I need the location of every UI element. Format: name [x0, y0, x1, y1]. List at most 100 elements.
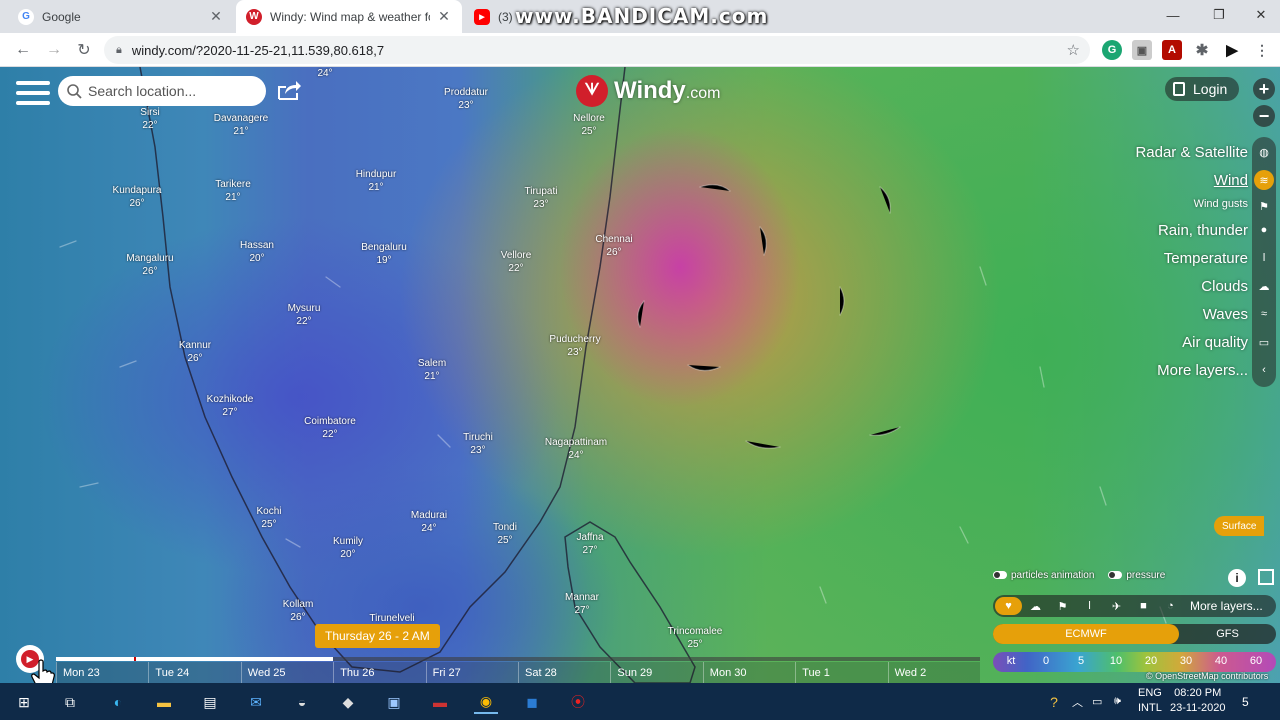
city-label[interactable]: Salem 21° — [418, 357, 446, 383]
media-icon[interactable]: ▶ — [1222, 40, 1242, 60]
bookmark-star-icon[interactable]: ☆ — [1067, 41, 1080, 59]
address-bar[interactable]: 🔒︎ windy.com/?2020-11-25-21,11.539,80.61… — [104, 36, 1090, 64]
document-icon[interactable]: ▣ — [382, 690, 406, 714]
grammarly-icon[interactable]: G — [1102, 40, 1122, 60]
tray-up-icon[interactable]: ︿ — [1072, 683, 1083, 720]
timeline-day[interactable]: Wed 25 — [240, 662, 334, 683]
city-label[interactable]: 24° — [317, 67, 332, 80]
camera-icon[interactable]: ■ — [1130, 597, 1157, 615]
windows-start-icon[interactable]: ⊞ — [12, 690, 36, 714]
city-label[interactable]: Nagapattinam 24° — [545, 436, 607, 462]
city-label[interactable]: Kundapura 26° — [113, 184, 162, 210]
layer-rain-thunder[interactable]: Rain, thunder — [1158, 222, 1248, 239]
city-label[interactable]: Tirupati 23° — [525, 185, 558, 211]
outlook-icon[interactable]: ◼ — [520, 690, 544, 714]
file-explorer-icon[interactable]: ▬ — [152, 690, 176, 714]
city-label[interactable]: Coimbatore 22° — [304, 415, 356, 441]
wind-icon[interactable]: ≋ — [1254, 170, 1274, 190]
signal-icon[interactable]: ◔ — [1157, 597, 1184, 615]
timeline-day[interactable]: Mon 23 — [56, 662, 149, 683]
city-label[interactable]: Hindupur 21° — [356, 168, 397, 194]
media-app-icon[interactable]: ▬ — [428, 690, 452, 714]
waves-icon[interactable]: ≈ — [1254, 304, 1274, 324]
timeline-day[interactable]: Thu 26 — [333, 662, 426, 683]
city-label[interactable]: Vellore 22° — [501, 249, 532, 275]
surface-level-button[interactable]: Surface — [1214, 516, 1265, 536]
windy-map[interactable]: ᗐ Windy.com 24° Sirsi 22° Davanagere 21° Prod… — [0, 67, 1280, 683]
maximize-icon[interactable]: ❐ — [1196, 0, 1242, 30]
close-tab-icon[interactable]: ✕ — [436, 8, 452, 25]
particles-toggle[interactable]: particles animation — [993, 570, 1094, 581]
flag-icon[interactable]: ⚑ — [1049, 597, 1076, 615]
search-box[interactable] — [58, 76, 266, 106]
city-label[interactable]: Davanagere 21° — [214, 112, 268, 138]
search-input[interactable] — [88, 83, 258, 99]
system-clock[interactable]: 08:20 PM 23-11-2020 — [1170, 686, 1225, 716]
city-label[interactable]: Mysuru 22° — [288, 302, 321, 328]
minimize-icon[interactable]: — — [1150, 0, 1196, 30]
app-icon[interactable]: ◆ — [336, 690, 360, 714]
layer-wind[interactable]: Wind — [1214, 172, 1248, 189]
city-label[interactable]: Chennai 26° — [595, 233, 632, 259]
menu-dots-icon[interactable]: ⋮ — [1252, 40, 1272, 60]
cloud-icon[interactable]: ☁ — [1254, 276, 1274, 296]
globe-icon[interactable]: ◍ — [1254, 142, 1274, 162]
mail-icon[interactable]: ✉ — [244, 690, 268, 714]
city-label[interactable]: Jaffna 27° — [576, 531, 603, 557]
notifications-icon[interactable]: 5 — [1242, 683, 1249, 720]
timeline-day[interactable]: Fri 27 — [425, 662, 518, 683]
task-view-icon[interactable]: ⧉ — [58, 690, 82, 714]
timeline-day[interactable]: Mon 30 — [702, 662, 796, 683]
city-label[interactable]: Kannur 26° — [179, 339, 211, 365]
city-label[interactable]: Madurai 24° — [411, 509, 447, 535]
timeline-day[interactable]: Wed 2 — [887, 662, 980, 683]
forward-icon[interactable]: → — [42, 38, 66, 62]
share-icon[interactable] — [276, 79, 302, 101]
city-label[interactable]: Tarikere 21° — [215, 178, 251, 204]
city-label[interactable]: Puducherry 23° — [549, 333, 600, 359]
layer-air-quality[interactable]: Air quality — [1182, 334, 1248, 351]
heart-icon[interactable]: ♥ — [995, 597, 1022, 615]
city-label[interactable]: Kochi 25° — [256, 505, 281, 531]
layer-wind-gusts[interactable]: Wind gusts — [1194, 198, 1248, 210]
timeline-day[interactable]: Sun 29 — [610, 662, 703, 683]
drop-icon[interactable]: ● — [1254, 220, 1274, 240]
city-label[interactable]: Mannar 27° — [565, 591, 599, 617]
chevron-left-icon[interactable]: ‹ — [1254, 360, 1274, 380]
timeline[interactable]: Mon 23 Tue 24 Wed 25 Thu 26 Fri 27 Sat 28 Sun … — [0, 657, 990, 683]
plane-icon[interactable]: ✈ — [1103, 597, 1130, 615]
city-label[interactable]: Kozhikode 27° — [207, 393, 254, 419]
weather-icon[interactable]: ☁ — [1022, 597, 1049, 615]
windy-logo[interactable]: ᗐ Windy.com — [576, 75, 720, 107]
help-icon[interactable]: ? — [1042, 690, 1066, 714]
city-label[interactable]: Tiruchi 23° — [463, 431, 493, 457]
city-label[interactable]: Tondi 25° — [493, 521, 517, 547]
extension-icon[interactable]: ▣ — [1132, 40, 1152, 60]
city-label[interactable]: Mangaluru 26° — [126, 252, 173, 278]
back-icon[interactable]: ← — [11, 38, 35, 62]
city-label[interactable]: Sirsi 22° — [140, 106, 159, 132]
reload-icon[interactable]: ↻ — [72, 38, 96, 62]
thermometer-icon[interactable]: ǀ — [1076, 597, 1103, 615]
pressure-toggle[interactable]: pressure — [1108, 570, 1165, 581]
zoom-out-button[interactable]: − — [1253, 105, 1275, 127]
menu-icon[interactable] — [16, 81, 50, 105]
close-window-icon[interactable]: ✕ — [1238, 0, 1280, 30]
edge-icon[interactable]: ◐ — [106, 690, 130, 714]
city-label[interactable]: Bengaluru 19° — [361, 241, 407, 267]
login-button[interactable]: Login — [1165, 77, 1240, 101]
layer-temperature[interactable]: Temperature — [1164, 250, 1248, 267]
layer-clouds[interactable]: Clouds — [1201, 278, 1248, 295]
layer-waves[interactable]: Waves — [1203, 306, 1248, 323]
input-language[interactable]: ENG INTL — [1138, 686, 1162, 716]
tab-windy[interactable]: W Windy: Wind map & weather fore ✕ — [236, 0, 462, 33]
city-label[interactable]: Hassan 20° — [240, 239, 274, 265]
record-icon[interactable]: ⦿ — [566, 690, 590, 714]
timeline-day[interactable]: Tue 24 — [148, 662, 241, 683]
puzzle-icon[interactable]: ✱ — [1192, 40, 1212, 60]
overlay-more-button[interactable]: More layers... — [1190, 599, 1263, 613]
city-label[interactable]: Proddatur 23° — [444, 86, 488, 112]
model-gfs[interactable]: GFS — [1179, 624, 1276, 644]
paint-icon[interactable]: ◒ — [290, 690, 314, 714]
pdf-icon[interactable]: A — [1162, 40, 1182, 60]
